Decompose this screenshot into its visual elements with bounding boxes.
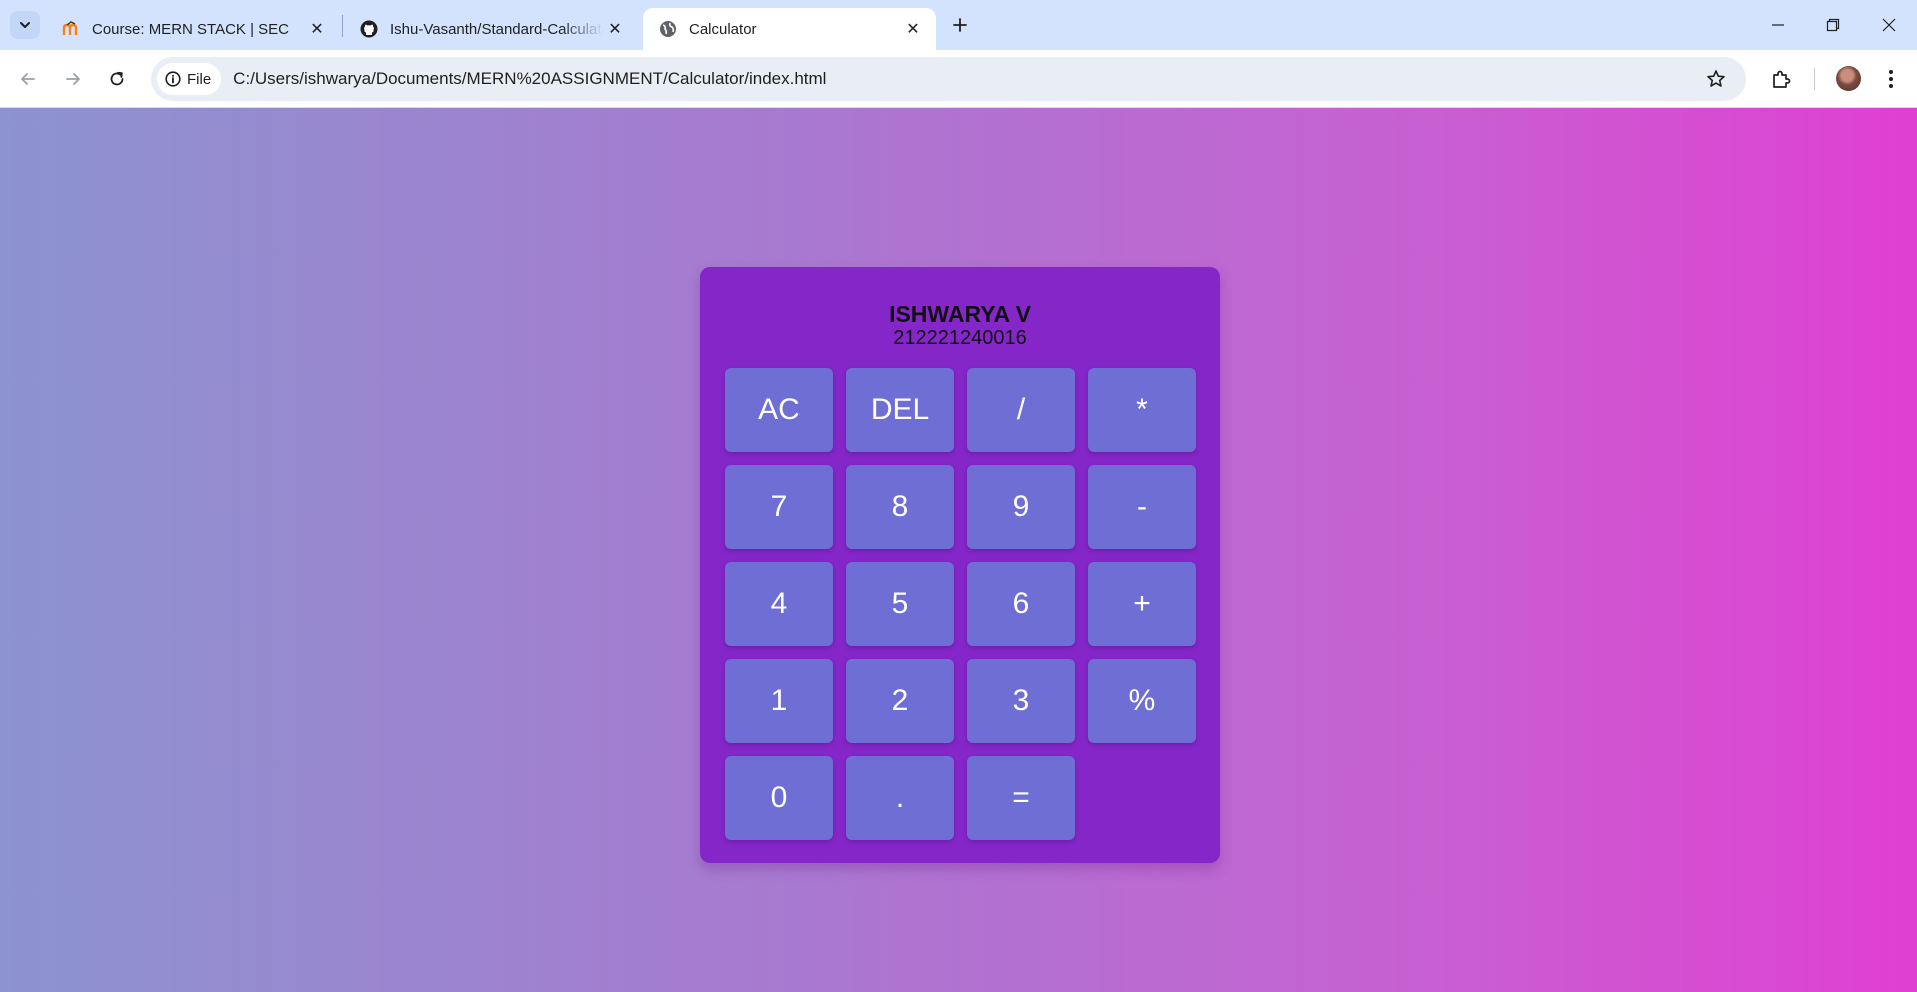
key-divide[interactable]: / xyxy=(967,368,1075,452)
browser-toolbar: File C:/Users/ishwarya/Documents/MERN%20… xyxy=(0,50,1917,108)
student-name: ISHWARYA V xyxy=(889,301,1031,327)
key-delete[interactable]: DEL xyxy=(846,368,954,452)
key-decimal[interactable]: . xyxy=(846,756,954,840)
bookmark-button[interactable] xyxy=(1704,67,1728,91)
close-window-button[interactable] xyxy=(1861,0,1917,50)
minimize-button[interactable] xyxy=(1750,0,1806,50)
key-6[interactable]: 6 xyxy=(967,562,1075,646)
forward-button[interactable] xyxy=(56,62,90,96)
key-0[interactable]: 0 xyxy=(725,756,833,840)
restore-icon xyxy=(1826,18,1840,32)
site-info-label: File xyxy=(187,70,212,88)
github-icon xyxy=(360,20,378,38)
tab-strip: Course: MERN STACK | SEC ✕ Ishu-Vasanth/… xyxy=(0,0,1917,50)
tab-separator xyxy=(342,15,343,37)
star-icon xyxy=(1707,70,1725,87)
back-button[interactable] xyxy=(11,62,45,96)
key-8[interactable]: 8 xyxy=(846,465,954,549)
close-tab-icon[interactable]: ✕ xyxy=(306,18,328,40)
site-info-chip[interactable]: File xyxy=(157,63,222,95)
url-text[interactable]: C:/Users/ishwarya/Documents/MERN%20ASSIG… xyxy=(233,69,826,89)
globe-icon xyxy=(659,20,677,38)
forward-arrow-icon xyxy=(66,73,80,85)
more-vertical-icon xyxy=(1889,70,1893,88)
address-bar[interactable]: File C:/Users/ishwarya/Documents/MERN%20… xyxy=(151,57,1746,101)
moodle-icon xyxy=(62,20,80,38)
back-arrow-icon xyxy=(21,73,35,85)
menu-button[interactable] xyxy=(1874,62,1908,96)
page-viewport: ISHWARYA V 212221240016 AC DEL / * 7 8 9… xyxy=(0,108,1917,992)
extensions-button[interactable] xyxy=(1764,62,1798,96)
new-tab-button[interactable] xyxy=(946,11,974,39)
key-7[interactable]: 7 xyxy=(725,465,833,549)
plus-icon xyxy=(953,18,967,32)
close-icon xyxy=(1882,18,1896,32)
key-percent[interactable]: % xyxy=(1088,659,1196,743)
student-id: 212221240016 xyxy=(893,327,1027,349)
calculator-panel: ISHWARYA V 212221240016 AC DEL / * 7 8 9… xyxy=(700,267,1220,863)
info-icon xyxy=(165,71,181,87)
profile-avatar[interactable] xyxy=(1836,66,1861,91)
minimize-icon xyxy=(1772,24,1784,26)
tab-title: Calculator xyxy=(689,20,757,38)
close-tab-icon[interactable]: ✕ xyxy=(604,18,626,40)
reload-icon xyxy=(110,71,124,86)
toolbar-divider xyxy=(1814,68,1815,90)
key-3[interactable]: 3 xyxy=(967,659,1075,743)
calculator-keypad: AC DEL / * 7 8 9 - 4 5 6 + 1 2 3 % 0 . = xyxy=(725,368,1196,840)
tab-github-repo[interactable]: Ishu-Vasanth/Standard-Calculator ✕ xyxy=(344,8,638,50)
close-tab-icon[interactable]: ✕ xyxy=(902,18,924,40)
key-4[interactable]: 4 xyxy=(725,562,833,646)
key-9[interactable]: 9 xyxy=(967,465,1075,549)
tab-title: Ishu-Vasanth/Standard-Calculator xyxy=(390,20,604,38)
restore-button[interactable] xyxy=(1805,0,1861,50)
key-5[interactable]: 5 xyxy=(846,562,954,646)
tab-search-button[interactable] xyxy=(10,11,40,39)
key-2[interactable]: 2 xyxy=(846,659,954,743)
reload-button[interactable] xyxy=(100,62,134,96)
tab-calculator[interactable]: Calculator ✕ xyxy=(643,8,936,50)
key-all-clear[interactable]: AC xyxy=(725,368,833,452)
tab-title: Course: MERN STACK | SEC xyxy=(92,20,289,38)
key-multiply[interactable]: * xyxy=(1088,368,1196,452)
key-add[interactable]: + xyxy=(1088,562,1196,646)
key-equals[interactable]: = xyxy=(967,756,1075,840)
key-subtract[interactable]: - xyxy=(1088,465,1196,549)
key-1[interactable]: 1 xyxy=(725,659,833,743)
puzzle-icon xyxy=(1773,70,1791,88)
tab-course-mern[interactable]: Course: MERN STACK | SEC ✕ xyxy=(46,8,340,50)
chevron-down-icon xyxy=(20,22,30,28)
